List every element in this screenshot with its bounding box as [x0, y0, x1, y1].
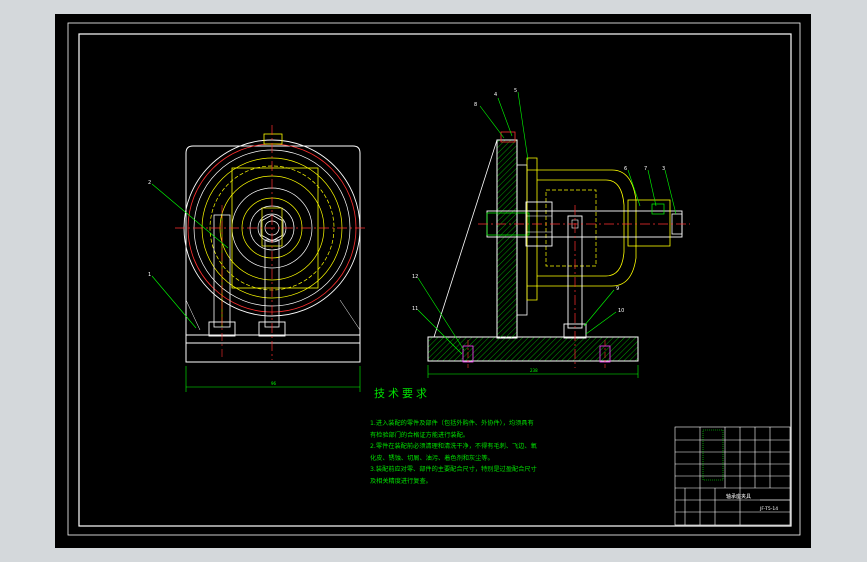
- side-housing-flange: [526, 157, 538, 301]
- side-plate-boss: [516, 164, 528, 316]
- callout-label-6: 6: [624, 166, 627, 172]
- callout-leader-5: [517, 91, 529, 161]
- front-hatch-line: [339, 299, 361, 331]
- callout-label-8: 8: [474, 102, 477, 108]
- tech-requirements-title: 技术要求: [374, 387, 430, 400]
- callout-leader-3: [664, 169, 677, 215]
- callout-label-10: 10: [618, 308, 624, 314]
- callout-leader-10: [585, 311, 617, 335]
- callout-label-4: 4: [494, 92, 497, 98]
- tech-requirement-item: 3.装配前应对零、部件的主要配合尺寸，特别是过盈配合尺寸: [370, 466, 537, 473]
- side-dim-text: 238: [530, 368, 538, 373]
- callout-label-2: 2: [148, 180, 151, 186]
- callout-leader-8: [479, 105, 505, 139]
- side-bearing-hidden: [545, 189, 597, 267]
- callout-label-3: 3: [662, 166, 665, 172]
- callout-leader-4: [497, 97, 513, 137]
- front-dim-text: 96: [271, 381, 277, 386]
- front-base-plate: [185, 342, 361, 363]
- callout-leader-9: [583, 289, 615, 327]
- callout-leader-1: [151, 275, 197, 329]
- tech-requirement-item: 1.进入装配的零件及部件（包括外购件、外协件），均须具有: [370, 420, 534, 427]
- tech-requirement-item: 化皮、锈蚀、切屑、油污、着色剂和灰尘等。: [370, 454, 494, 462]
- title-block-name: 轴承座夹具: [726, 493, 751, 500]
- callout-label-1: 1: [148, 272, 151, 278]
- callout-label-7: 7: [644, 166, 647, 172]
- side-base-plate: [427, 336, 639, 362]
- callout-leader-6: [627, 169, 641, 207]
- tech-requirement-item: 2.零件在装配前必须清理和清洗干净，不得有毛刺、飞边、氧: [370, 443, 537, 450]
- side-view: 238 8 4 5 6 7 3 9 10 12 11: [412, 88, 690, 378]
- front-top-nut: [263, 133, 283, 145]
- tech-requirement-item: 有检验部门的合格证方能进行装配。: [370, 431, 469, 439]
- front-view: 96 2 1: [148, 125, 368, 392]
- tech-requirement-item: 及相关精度进行复查。: [370, 477, 432, 485]
- callout-leader-7: [647, 169, 657, 207]
- side-vertical-plate: [496, 139, 518, 339]
- front-hatch-line: [185, 299, 201, 331]
- callout-leader-2: [151, 183, 229, 249]
- callout-label-5: 5: [514, 88, 517, 94]
- callout-label-9: 9: [616, 286, 619, 292]
- side-rib: [433, 139, 498, 338]
- side-bearing-housing-inner: [537, 179, 625, 277]
- title-block-drawing-no: JF-T5-14: [759, 506, 778, 512]
- title-block-text-fill: [702, 429, 724, 481]
- tech-requirements-list: 1.进入装配的零件及部件（包括外购件、外协件），均须具有 有检验部门的合格证方能…: [370, 418, 540, 487]
- callout-label-11: 11: [412, 306, 418, 312]
- cad-viewer: 96 2 1 238 8 4 5 6 7 3 9 10 12 11 轴承座夹具 …: [0, 0, 867, 562]
- callout-label-12: 12: [412, 274, 418, 280]
- side-key: [651, 203, 665, 215]
